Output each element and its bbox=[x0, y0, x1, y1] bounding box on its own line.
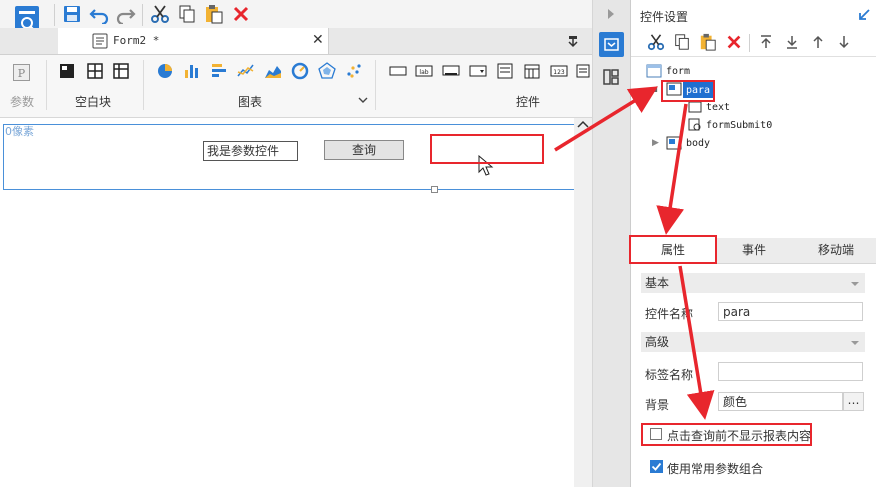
arrow-tree-to-properties bbox=[656, 103, 688, 235]
arrow-properties-to-checkbox bbox=[678, 265, 715, 420]
annotation-arrows bbox=[554, 86, 715, 420]
arrow-canvas-to-tree bbox=[554, 86, 658, 152]
